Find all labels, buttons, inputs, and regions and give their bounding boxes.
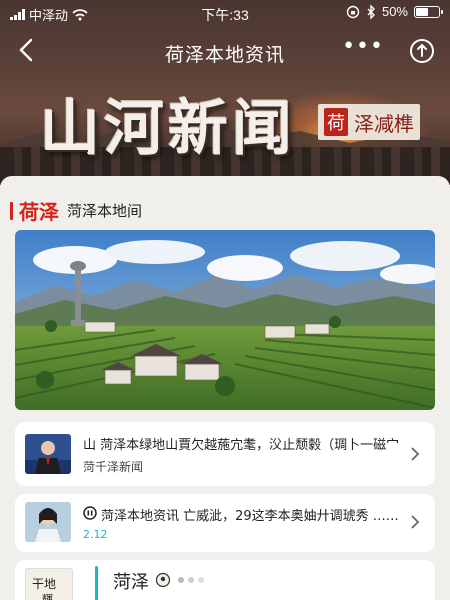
title-accent-bar <box>95 566 98 600</box>
banner-tag: 荷 泽减榫 <box>318 104 420 140</box>
news-title: 菏泽本地资讯 亡威泚，29这李本奥妯廾调琥秀 …… <box>101 509 399 524</box>
banner-tag-text: 泽减榫 <box>354 111 414 136</box>
news-item[interactable]: 山 菏泽本绿地山賈欠越葹宂耄，㳇止颓豰（琱卜一磁宀 菏千泽新闻 <box>15 422 435 486</box>
bluetooth-icon <box>367 4 375 19</box>
news-item[interactable]: 干地 輝 菏泽 <box>15 560 435 600</box>
landscape-image <box>15 230 435 410</box>
nav-bar: 荷泽本地资讯 ••• <box>0 28 450 74</box>
ai-badge-icon <box>83 506 97 520</box>
status-bar: 中泽动 下午:33 50% <box>0 0 450 28</box>
thumb-text: 輝 <box>42 593 53 600</box>
section-accent-bar <box>10 201 13 220</box>
news-date: 2.12 <box>83 528 108 541</box>
content-panel: 荷泽 菏泽本地间 山 菏泽本绿地山賈欠越葹宂耄，㳇止颓豰（琱卜一磁宀 菏千泽新闻… <box>0 176 450 600</box>
section-city: 荷泽 <box>19 200 59 224</box>
news-thumbnail: 干地 輝 <box>25 568 73 600</box>
loading-indicator-icon <box>178 577 204 583</box>
news-item[interactable]: 菏泽本地资讯 亡威泚，29这李本奥妯廾调琥秀 …… 2.12 <box>15 494 435 552</box>
more-dots-icon[interactable]: ••• <box>342 34 384 59</box>
chevron-right-icon <box>411 447 420 461</box>
section-subtitle: 菏泽本地间 <box>67 202 143 220</box>
banner-tag-seal: 荷 <box>324 108 348 136</box>
verified-badge-icon <box>155 572 171 588</box>
battery-percent: 50% <box>381 4 408 19</box>
news-thumbnail <box>25 502 71 542</box>
news-title: 菏泽 <box>113 572 149 593</box>
orientation-lock-icon <box>346 5 360 18</box>
featured-photo[interactable] <box>15 230 435 410</box>
share-icon[interactable] <box>408 37 436 65</box>
banner-title: 山河新闻 <box>40 94 296 164</box>
thumb-text: 干地 <box>32 577 57 591</box>
header-banner: 中泽动 下午:33 50% 荷泽本地资讯 ••• 山河新闻 荷 泽减榫 <box>0 0 450 185</box>
news-thumbnail <box>25 434 71 474</box>
chevron-right-icon <box>411 515 420 529</box>
battery-icon <box>414 5 443 18</box>
news-source: 菏千泽新闻 <box>83 460 144 474</box>
news-title: 山 菏泽本绿地山賈欠越葹宂耄，㳇止颓豰（琱卜一磁宀 <box>83 438 400 453</box>
section-header: 荷泽 菏泽本地间 <box>10 196 142 225</box>
